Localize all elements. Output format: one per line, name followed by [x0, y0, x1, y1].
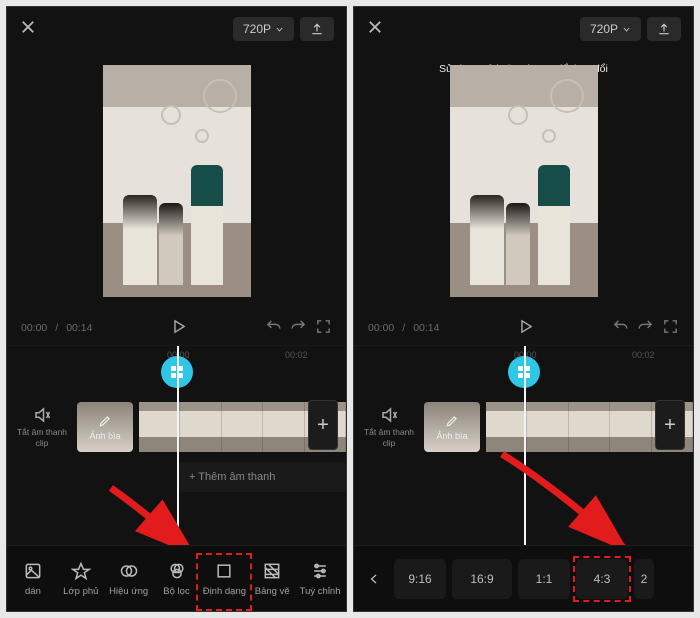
star-icon [71, 561, 91, 581]
back-button[interactable] [360, 559, 388, 599]
add-audio-button[interactable]: + Thêm âm thanh [179, 462, 346, 492]
cover-label: Ảnh bìa [89, 431, 120, 441]
redo-button[interactable] [637, 318, 654, 338]
top-bar: 720P [354, 7, 693, 51]
timeline[interactable]: 00:00 00:02 Tắt âm thanh clip Ảnh bìa [354, 345, 693, 545]
chevron-left-icon [368, 572, 380, 586]
fullscreen-button[interactable] [662, 318, 679, 338]
mute-clip-button[interactable]: Tắt âm thanh clip [354, 406, 424, 447]
time-total: 00:14 [413, 322, 439, 334]
play-button[interactable] [517, 318, 534, 338]
tool-overlay[interactable]: Lớp phủ [57, 561, 105, 597]
image-icon [23, 561, 43, 581]
edit-icon [98, 414, 112, 428]
preview-area: Sử dụng cả hai ngón tay để thay đổi kích… [354, 51, 693, 311]
close-button[interactable] [19, 18, 37, 41]
tool-effects[interactable]: Hiệu ứng [105, 561, 153, 597]
play-button[interactable] [170, 318, 187, 338]
mute-label-2: clip [7, 438, 77, 448]
export-button[interactable] [647, 17, 681, 41]
hatch-icon [262, 561, 282, 581]
playhead[interactable] [524, 346, 526, 545]
aspect-1-1[interactable]: 1:1 [518, 559, 570, 599]
tool-format[interactable]: Định dạng [200, 561, 248, 597]
tool-canvas[interactable]: Bảng vẽ [248, 561, 296, 597]
aspect-4-3[interactable]: 4:3 [576, 559, 628, 599]
time-total: 00:14 [66, 322, 92, 334]
resolution-label: 720P [243, 22, 271, 36]
tool-dan[interactable]: dán [9, 561, 57, 597]
aspect-ratio-bar: 9:16 16:9 1:1 4:3 2 [354, 545, 693, 611]
ruler-mark: 00:02 [285, 350, 308, 360]
aspect-9-16[interactable]: 9:16 [394, 559, 446, 599]
timeline[interactable]: 00:00 00:02 Tắt âm thanh clip Ảnh bìa [7, 345, 346, 545]
playhead[interactable] [177, 346, 179, 545]
playback-controls: 00:00/00:14 [7, 311, 346, 345]
aspect-16-9[interactable]: 16:9 [452, 559, 512, 599]
aspect-more[interactable]: 2 [634, 559, 654, 599]
phone-left: 720P 00:00/00:14 [6, 6, 347, 612]
phone-right: 720P Sử dụng cả hai ngón tay để thay đổi… [353, 6, 694, 612]
top-bar: 720P [7, 7, 346, 51]
cover-thumbnail[interactable]: Ảnh bìa [77, 402, 133, 452]
chevron-down-icon [275, 25, 284, 34]
video-preview[interactable] [450, 65, 598, 297]
video-preview[interactable] [103, 65, 251, 297]
add-clip-button[interactable]: + [308, 400, 338, 450]
add-audio-label: + Thêm âm thanh [189, 471, 275, 483]
cover-thumbnail[interactable]: Ảnh bìa [424, 402, 480, 452]
time-current: 00:00 [368, 322, 394, 334]
undo-button[interactable] [612, 318, 629, 338]
square-icon [214, 561, 234, 581]
export-button[interactable] [300, 17, 334, 41]
preview-area [7, 51, 346, 311]
mute-clip-button[interactable]: Tắt âm thanh clip [7, 406, 77, 447]
export-icon [657, 22, 671, 36]
circles-icon [119, 561, 139, 581]
close-button[interactable] [366, 18, 384, 41]
undo-button[interactable] [265, 318, 282, 338]
venn-icon [167, 561, 187, 581]
speaker-icon [33, 406, 51, 424]
edit-icon [445, 414, 459, 428]
time-current: 00:00 [21, 322, 47, 334]
fullscreen-button[interactable] [315, 318, 332, 338]
tool-filter[interactable]: Bộ lọc [153, 561, 201, 597]
sliders-icon [310, 561, 330, 581]
mute-label-1: Tắt âm thanh [7, 427, 77, 437]
playback-controls: 00:00/00:14 [354, 311, 693, 345]
add-clip-button[interactable]: + [655, 400, 685, 450]
export-icon [310, 22, 324, 36]
resolution-button[interactable]: 720P [580, 17, 641, 41]
ruler-mark: 00:02 [632, 350, 655, 360]
tool-bar: dán Lớp phủ Hiệu ứng Bộ lọc Định dạng [7, 545, 346, 611]
resolution-button[interactable]: 720P [233, 17, 294, 41]
chevron-down-icon [622, 25, 631, 34]
speaker-icon [380, 406, 398, 424]
tool-adjust[interactable]: Tuỳ chỉnh [296, 561, 344, 597]
redo-button[interactable] [290, 318, 307, 338]
resolution-label: 720P [590, 22, 618, 36]
